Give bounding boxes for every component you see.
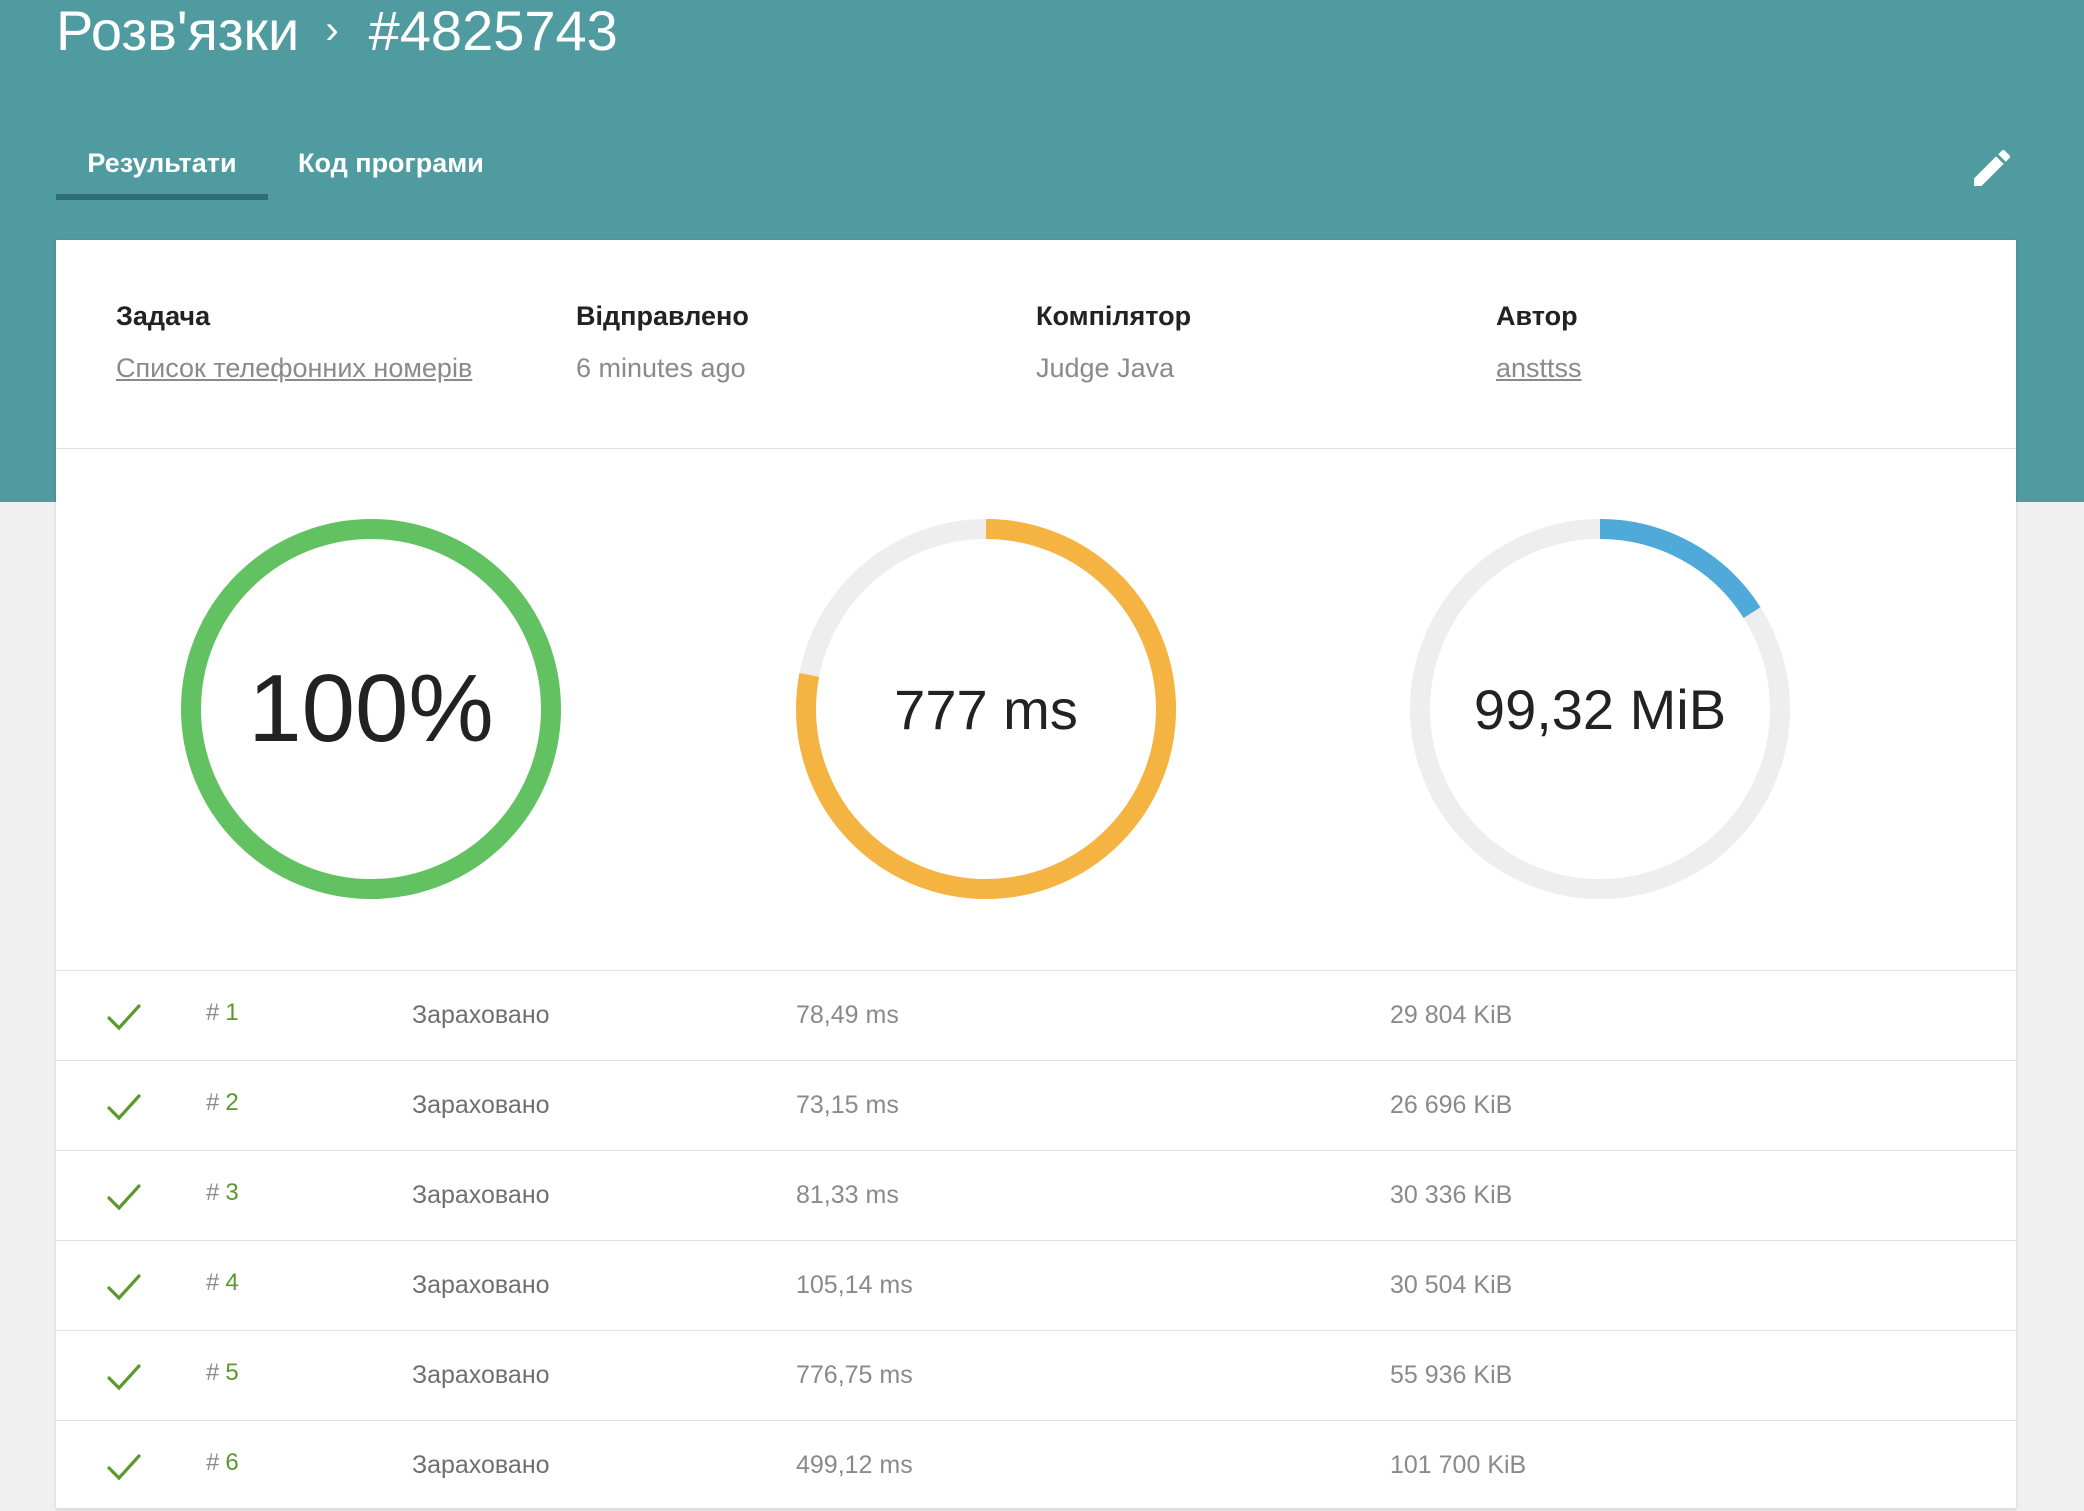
- test-results-list: #1 Зараховано 78,49 ms 29 804 KiB #2 Зар…: [56, 970, 2016, 1511]
- test-time: 499,12 ms: [796, 1451, 913, 1479]
- test-time: 81,33 ms: [796, 1181, 899, 1209]
- test-number-value: 4: [225, 1269, 239, 1296]
- submission-meta: Задача Список телефонних номерів Відправ…: [56, 240, 2016, 449]
- meta-compiler-value: Judge Java: [1036, 353, 1175, 383]
- test-result-row: #4 Зараховано 105,14 ms 30 504 KiB: [56, 1241, 2016, 1331]
- meta-sent-value: 6 minutes ago: [576, 353, 746, 383]
- test-result-row: #5 Зараховано 776,75 ms 55 936 KiB: [56, 1331, 2016, 1421]
- test-status: Зараховано: [412, 1091, 550, 1119]
- test-memory: 30 336 KiB: [1390, 1181, 1513, 1209]
- test-number: #2: [206, 1089, 239, 1117]
- test-memory: 55 936 KiB: [1390, 1361, 1513, 1389]
- meta-sent-label: Відправлено: [576, 301, 749, 331]
- test-memory: 29 804 KiB: [1390, 1001, 1513, 1029]
- meta-author-label: Автор: [1496, 301, 1578, 331]
- test-number: #6: [206, 1449, 239, 1477]
- gauge-time-value: 777 ms: [894, 677, 1078, 741]
- test-time: 73,15 ms: [796, 1091, 899, 1119]
- test-memory: 101 700 KiB: [1390, 1451, 1527, 1479]
- pencil-icon: [1974, 149, 2011, 186]
- test-result-row: #2 Зараховано 73,15 ms 26 696 KiB: [56, 1061, 2016, 1151]
- test-hash: #: [206, 1179, 220, 1206]
- chevron-right-icon: ›: [325, 7, 339, 52]
- test-memory: 26 696 KiB: [1390, 1091, 1513, 1119]
- test-number-value: 1: [225, 999, 239, 1026]
- test-status: Зараховано: [412, 1271, 550, 1299]
- test-result-row: #6 Зараховано 499,12 ms 101 700 KiB: [56, 1421, 2016, 1511]
- gauge-time: 777 ms: [791, 514, 1181, 904]
- test-status: Зараховано: [412, 1001, 550, 1029]
- test-number: #1: [206, 999, 239, 1027]
- test-number-value: 2: [225, 1089, 239, 1116]
- test-number: #3: [206, 1179, 239, 1207]
- test-status: Зараховано: [412, 1451, 550, 1479]
- test-number-value: 3: [225, 1179, 239, 1206]
- test-hash: #: [206, 999, 220, 1026]
- tab-source-code-label: Код програми: [298, 147, 484, 178]
- gauge-score: 100%: [176, 514, 566, 904]
- tab-bar: Результати Код програми: [56, 126, 514, 200]
- tab-source-code[interactable]: Код програми: [268, 126, 514, 200]
- test-hash: #: [206, 1359, 220, 1386]
- meta-author: Автор ansttss: [1496, 298, 1936, 386]
- test-result-row: #3 Зараховано 81,33 ms 30 336 KiB: [56, 1151, 2016, 1241]
- check-icon: [107, 1004, 141, 1031]
- task-link[interactable]: Список телефонних номерів: [116, 350, 556, 386]
- test-time: 776,75 ms: [796, 1361, 913, 1389]
- edit-button[interactable]: [1968, 144, 2016, 192]
- check-icon: [107, 1274, 141, 1301]
- test-memory: 30 504 KiB: [1390, 1271, 1513, 1299]
- test-number: #4: [206, 1269, 239, 1297]
- meta-task-label: Задача: [116, 301, 211, 331]
- meta-compiler-label: Компілятор: [1036, 301, 1192, 331]
- author-link[interactable]: ansttss: [1496, 350, 1936, 386]
- submission-card: Задача Список телефонних номерів Відправ…: [56, 240, 2016, 1511]
- test-number: #5: [206, 1359, 239, 1387]
- test-number-value: 6: [225, 1449, 239, 1476]
- test-hash: #: [206, 1089, 220, 1116]
- gauge-memory-value: 99,32 MiB: [1473, 677, 1727, 741]
- test-hash: #: [206, 1449, 220, 1476]
- check-icon: [107, 1094, 141, 1121]
- test-hash: #: [206, 1269, 220, 1296]
- check-icon: [107, 1364, 141, 1391]
- submission-id: #4825743: [368, 0, 618, 62]
- gauge-memory: 99,32 MiB: [1405, 514, 1795, 904]
- gauge-score-value: 100%: [248, 655, 494, 762]
- breadcrumb: Розв'язки › #4825743: [56, 0, 618, 63]
- test-time: 105,14 ms: [796, 1271, 913, 1299]
- meta-task: Задача Список телефонних номерів: [116, 298, 556, 386]
- tab-results[interactable]: Результати: [56, 126, 268, 200]
- check-icon: [107, 1184, 141, 1211]
- test-time: 78,49 ms: [796, 1001, 899, 1029]
- check-icon: [107, 1454, 141, 1481]
- test-number-value: 5: [225, 1359, 239, 1386]
- test-status: Зараховано: [412, 1361, 550, 1389]
- meta-compiler: Компілятор Judge Java: [1036, 298, 1476, 386]
- test-result-row: #1 Зараховано 78,49 ms 29 804 KiB: [56, 971, 2016, 1061]
- meta-sent: Відправлено 6 minutes ago: [576, 298, 1016, 386]
- tab-results-label: Результати: [87, 147, 237, 178]
- breadcrumb-solutions-link[interactable]: Розв'язки: [56, 0, 299, 63]
- test-status: Зараховано: [412, 1181, 550, 1209]
